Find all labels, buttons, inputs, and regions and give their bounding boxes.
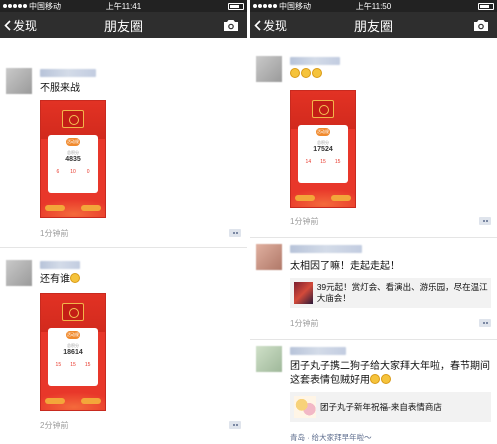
nav-bar: 发现 朋友圈 <box>0 12 247 38</box>
location-label[interactable]: 青岛 · 给大家拜早年啦～ <box>290 432 372 443</box>
more-icon[interactable] <box>229 421 241 429</box>
battery-icon <box>478 2 494 10</box>
back-label: 发现 <box>13 18 38 33</box>
left-screen: 中国移动 上午11:41 发现 朋友圈 不服来战 活动规则 总积分 4835 6… <box>0 0 247 444</box>
post-text: 还有谁 <box>40 273 81 287</box>
post-image[interactable]: 活动规则 总积分 17524 14 15 15 <box>290 90 356 208</box>
emoji-icon <box>370 374 380 384</box>
avatar[interactable] <box>6 68 32 94</box>
back-button[interactable]: 发现 <box>250 17 287 34</box>
packet-stat: 10 <box>70 169 76 175</box>
emoji-icon <box>290 68 300 78</box>
moment-post: 团子丸子携二狗子给大家拜大年啦，春节期间这套表情包贼好用 团子丸子新年祝福-来自… <box>250 340 497 444</box>
packet-score: 18614 <box>63 349 83 356</box>
page-title: 朋友圈 <box>103 18 143 34</box>
clock: 上午11:50 <box>355 2 392 11</box>
page-title: 朋友圈 <box>353 18 393 34</box>
moment-post: 不服来战 活动规则 总积分 4835 6 10 0 1分钟前 <box>0 38 247 243</box>
clock: 上午11:41 <box>105 2 142 11</box>
status-bar: 中国移动 上午11:41 <box>0 0 247 12</box>
packet-stat: 15 <box>55 362 62 368</box>
nickname-blurred[interactable] <box>290 347 346 355</box>
post-text <box>290 68 323 82</box>
post-time: 2分钟前 <box>40 421 69 430</box>
packet-tag: 活动规则 <box>66 138 80 152</box>
packet-stat: 0 <box>86 169 90 175</box>
avatar[interactable] <box>256 244 282 270</box>
post-image[interactable]: 活动规则 总积分 18614 15 15 15 <box>40 293 106 411</box>
link-title: 39元起！赏灯会、看演出、游乐园，尽在温江大庙会！ <box>316 282 488 303</box>
emoji-icon <box>70 273 80 283</box>
packet-score: 17524 <box>313 146 333 153</box>
moment-post: 活动规则 总积分 17524 14 15 15 1分钟前 <box>250 38 497 235</box>
right-screen: 中国移动 上午11:50 发现 朋友圈 活动规则 总积分 17524 14 15 1… <box>250 0 497 444</box>
back-label: 发现 <box>263 18 288 33</box>
nickname-blurred[interactable] <box>40 261 80 269</box>
status-bar: 中国移动 上午11:50 <box>250 0 497 12</box>
link-thumbnail <box>294 282 313 304</box>
packet-stat: 15 <box>320 159 326 165</box>
packet-tag: 活动规则 <box>66 331 80 345</box>
link-title: 团子丸子新年祝福-来自表情商店 <box>320 401 442 412</box>
camera-icon[interactable] <box>223 19 239 32</box>
post-time: 1分钟前 <box>40 229 69 238</box>
packet-stat: 15 <box>84 362 91 368</box>
post-text: 太相因了嘛！走起走起！ <box>290 261 400 272</box>
post-time: 1分钟前 <box>290 319 319 328</box>
more-icon[interactable] <box>479 319 491 327</box>
nickname-blurred[interactable] <box>40 69 96 77</box>
packet-stat: 15 <box>334 159 341 165</box>
avatar[interactable] <box>256 346 282 372</box>
camera-icon[interactable] <box>473 19 489 32</box>
chevron-left-icon <box>254 19 261 31</box>
avatar[interactable] <box>256 56 282 82</box>
packet-stat: 6 <box>56 169 60 175</box>
link-thumbnail <box>294 396 316 418</box>
moment-post: 太相因了嘛！走起走起！ 39元起！赏灯会、看演出、游乐园，尽在温江大庙会！ 1分… <box>250 238 497 338</box>
more-icon[interactable] <box>229 229 241 237</box>
nickname-blurred[interactable] <box>290 245 362 253</box>
packet-score: 4835 <box>65 156 81 163</box>
post-text: 团子丸子携二狗子给大家拜大年啦，春节期间这套表情包贼好用 <box>290 361 490 386</box>
packet-stat: 15 <box>70 362 76 368</box>
post-text: 不服来战 <box>40 83 80 94</box>
emoji-icon <box>381 374 391 384</box>
link-card[interactable]: 团子丸子新年祝福-来自表情商店 <box>290 392 491 422</box>
post-image[interactable]: 活动规则 总积分 4835 6 10 0 <box>40 100 106 218</box>
nickname-blurred[interactable] <box>290 57 340 65</box>
nav-bar: 发现 朋友圈 <box>250 12 497 38</box>
post-time: 1分钟前 <box>290 217 319 226</box>
more-icon[interactable] <box>479 217 491 225</box>
chevron-left-icon <box>4 19 11 31</box>
packet-stat: 14 <box>305 159 312 165</box>
avatar[interactable] <box>6 260 32 286</box>
moment-post: 还有谁 活动规则 总积分 18614 15 15 15 2分钟前 <box>0 248 247 444</box>
link-card[interactable]: 39元起！赏灯会、看演出、游乐园，尽在温江大庙会！ <box>290 278 491 308</box>
battery-icon <box>228 2 244 10</box>
back-button[interactable]: 发现 <box>0 17 37 34</box>
packet-tag: 活动规则 <box>316 128 330 142</box>
emoji-icon <box>312 68 322 78</box>
emoji-icon <box>301 68 311 78</box>
